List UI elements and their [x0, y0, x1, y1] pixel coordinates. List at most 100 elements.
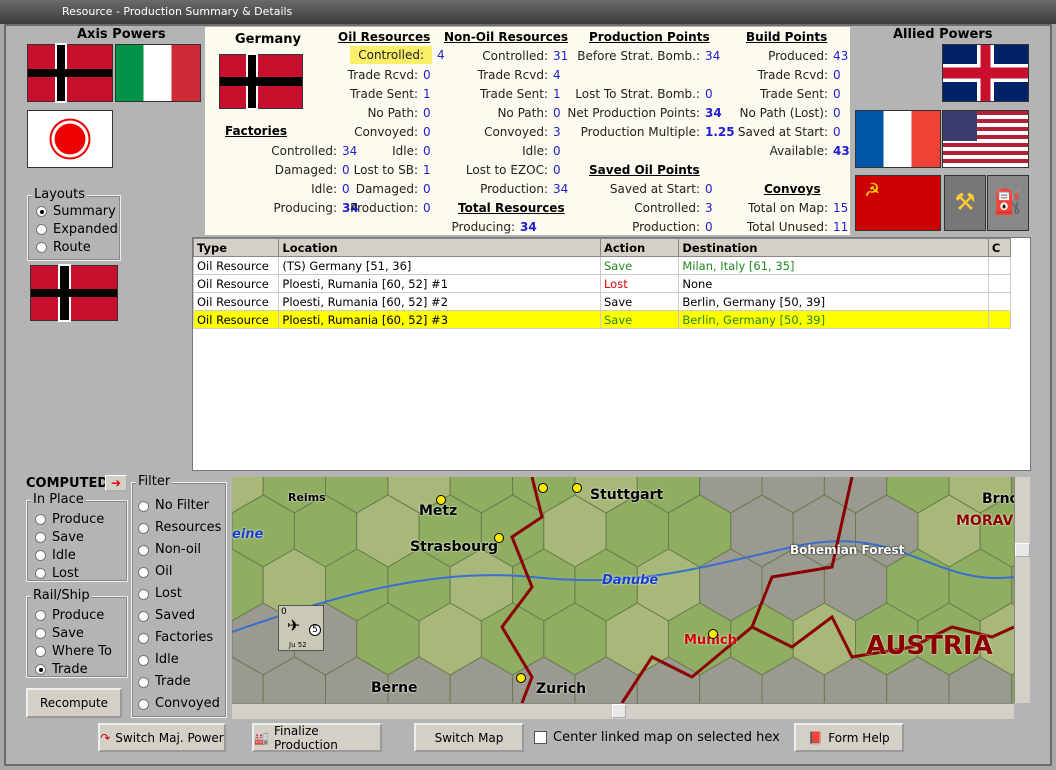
radio-filter-oil[interactable]: Oil: [138, 561, 226, 583]
radio-button[interactable]: [35, 567, 46, 579]
radio-inplace-save[interactable]: Save: [35, 528, 127, 546]
flag-france[interactable]: [855, 110, 941, 168]
radio-button[interactable]: [138, 588, 149, 600]
flag-uk[interactable]: [942, 44, 1029, 102]
radio-filter-no-filter[interactable]: No Filter: [138, 495, 226, 517]
oil-icon[interactable]: ⛽: [987, 175, 1029, 231]
map-hscrollbar[interactable]: [232, 703, 1014, 719]
radio-layouts-summary[interactable]: Summary: [36, 202, 120, 220]
summary-panel: Germany Factories Controlled: 34 Damaged: 0 I…: [205, 27, 850, 235]
radio-layouts-route[interactable]: Route: [36, 238, 120, 256]
computed-arrow-button[interactable]: ➔: [105, 475, 127, 491]
radio-railship-produce[interactable]: Produce: [35, 606, 127, 624]
stat-value: 0: [833, 87, 841, 101]
map-label: Bohemian Forest: [790, 543, 905, 557]
radio-railship-where-to[interactable]: Where To: [35, 642, 127, 660]
stat-label: Trade Sent:: [479, 87, 548, 101]
stat-value: 0: [705, 87, 713, 101]
column-header[interactable]: Action: [599, 238, 680, 257]
radio-filter-factories[interactable]: Factories: [138, 627, 226, 649]
stat-value: 4: [437, 48, 445, 62]
radio-button[interactable]: [138, 544, 149, 556]
city-marker[interactable]: [436, 495, 446, 505]
radio-button[interactable]: [36, 205, 47, 217]
radio-button[interactable]: [138, 676, 149, 688]
table-row[interactable]: Oil Resource Ploesti, Rumania [60, 52] #2…: [192, 292, 1012, 311]
radio-button[interactable]: [138, 632, 149, 644]
radio-button[interactable]: [35, 609, 46, 621]
nonoil-row: Trade Sent: 1: [479, 87, 561, 101]
radio-button[interactable]: [35, 663, 46, 675]
radio-filter-convoyed[interactable]: Convoyed: [138, 693, 226, 715]
checkbox-box[interactable]: [534, 731, 547, 744]
flag-italy[interactable]: [115, 44, 201, 102]
radio-button[interactable]: [36, 241, 47, 253]
radio-button[interactable]: [138, 654, 149, 666]
form-help-button[interactable]: 📕 Form Help: [794, 723, 904, 752]
oil-row: No Path: 0: [367, 106, 430, 120]
map-vscrollbar[interactable]: [1014, 477, 1030, 703]
radio-filter-idle[interactable]: Idle: [138, 649, 226, 671]
switch-map-button[interactable]: Switch Map: [414, 723, 524, 752]
radio-label: Where To: [52, 643, 112, 659]
table-row[interactable]: Oil Resource (TS) Germany [51, 36] Save Mil…: [192, 256, 1012, 275]
radio-label: Trade: [52, 661, 88, 677]
table-row[interactable]: Oil Resource Ploesti, Rumania [60, 52] #1…: [192, 274, 1012, 293]
table-row[interactable]: Oil Resource Ploesti, Rumania [60, 52] #3…: [192, 310, 1012, 329]
factory-icon: 🏭: [254, 730, 269, 745]
radio-filter-trade[interactable]: Trade: [138, 671, 226, 693]
radio-button[interactable]: [138, 566, 149, 578]
flag-japan[interactable]: [27, 110, 113, 168]
flag-usa[interactable]: [942, 110, 1029, 168]
city-marker[interactable]: [494, 533, 504, 543]
finalize-production-button[interactable]: 🏭 Finalize Production: [252, 723, 382, 752]
radio-button[interactable]: [35, 627, 46, 639]
city-marker[interactable]: [538, 483, 548, 493]
vscroll-thumb[interactable]: [1015, 543, 1030, 557]
stat-value: 34: [342, 144, 358, 158]
hscroll-thumb[interactable]: [612, 704, 626, 718]
radio-filter-resources[interactable]: Resources: [138, 517, 226, 539]
radio-inplace-idle[interactable]: Idle: [35, 546, 127, 564]
stat-value: 15: [833, 201, 849, 215]
column-header[interactable]: C: [987, 238, 1012, 257]
radio-button[interactable]: [35, 531, 46, 543]
radio-railship-trade[interactable]: Trade: [35, 660, 127, 678]
map-view[interactable]: Reims Metz Stuttgart Strasbourg Danube Bohemi…: [232, 477, 1014, 703]
unit-strength: 5: [309, 624, 321, 636]
radio-filter-non-oil[interactable]: Non-oil: [138, 539, 226, 561]
column-header[interactable]: Destination: [678, 238, 989, 257]
recompute-button[interactable]: Recompute: [26, 688, 122, 718]
city-marker[interactable]: [572, 483, 582, 493]
radio-button[interactable]: [138, 522, 149, 534]
convoys-title: Convoys: [764, 182, 821, 196]
radio-button[interactable]: [35, 513, 46, 525]
radio-button[interactable]: [138, 698, 149, 710]
radio-railship-save[interactable]: Save: [35, 624, 127, 642]
resource-icon[interactable]: ⚒: [944, 175, 986, 231]
radio-layouts-expanded[interactable]: Expanded: [36, 220, 120, 238]
radio-button[interactable]: [35, 645, 46, 657]
radio-filter-lost[interactable]: Lost: [138, 583, 226, 605]
unit-type: Ju 52: [289, 641, 307, 649]
switch-major-power-button[interactable]: ↷ Switch Maj. Power: [98, 723, 226, 752]
radio-filter-saved[interactable]: Saved: [138, 605, 226, 627]
column-header[interactable]: Type: [192, 238, 280, 257]
city-marker[interactable]: [708, 629, 718, 639]
unit-counter-ju52[interactable]: 0 ✈ 5 Ju 52: [278, 605, 324, 651]
radio-inplace-produce[interactable]: Produce: [35, 510, 127, 528]
stat-value: 34: [520, 220, 537, 234]
radio-button[interactable]: [36, 223, 47, 235]
center-linked-map-checkbox[interactable]: Center linked map on selected hex: [534, 730, 780, 745]
stat-value: 3: [553, 125, 561, 139]
radio-button[interactable]: [138, 610, 149, 622]
flag-germany[interactable]: [27, 44, 113, 102]
radio-inplace-lost[interactable]: Lost: [35, 564, 127, 582]
flag-ussr[interactable]: ☭: [855, 175, 941, 231]
city-marker[interactable]: [516, 673, 526, 683]
column-header[interactable]: Location: [278, 238, 601, 257]
radio-button[interactable]: [138, 500, 149, 512]
radio-button[interactable]: [35, 549, 46, 561]
radio-label: Save: [52, 529, 84, 545]
pp-row: Production Multiple: 1.25: [581, 125, 735, 139]
